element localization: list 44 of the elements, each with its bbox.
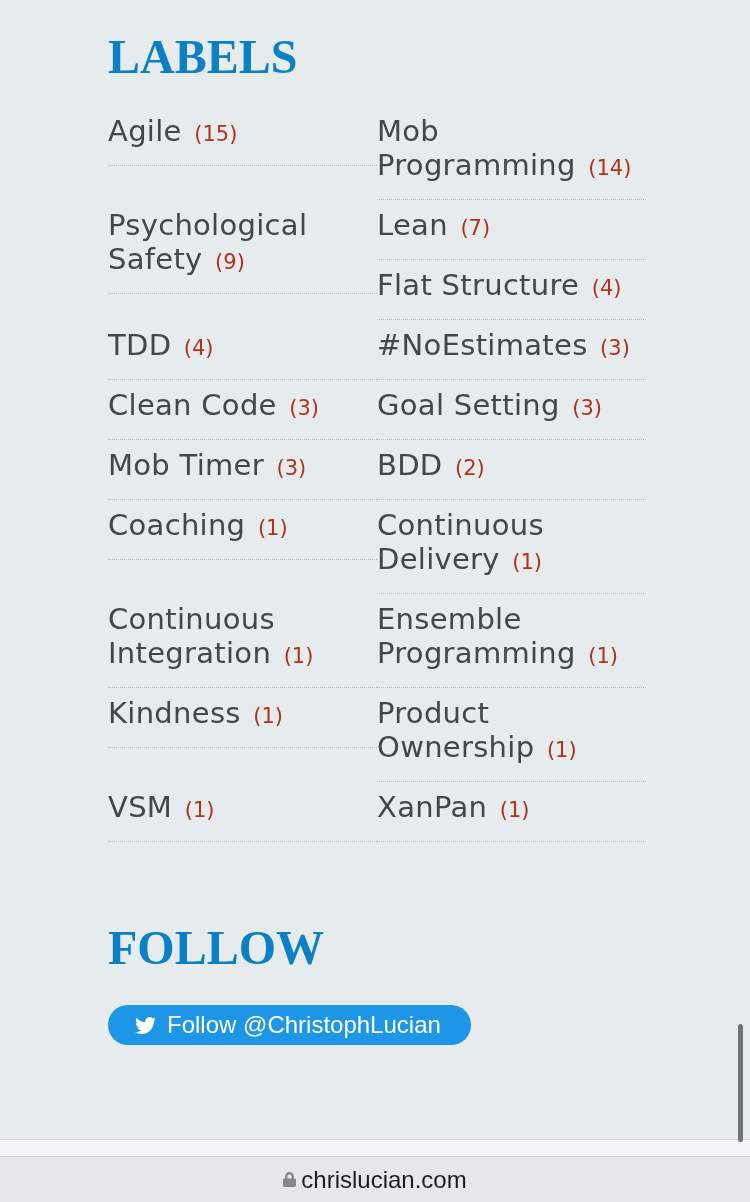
label-link[interactable]: Mob Programming (14) [377, 114, 646, 182]
label-link[interactable]: Agile (15) [108, 114, 238, 148]
post-count: (3) [289, 396, 320, 420]
post-count: (14) [588, 156, 632, 180]
post-count: (4) [183, 336, 214, 360]
post-count: (1) [512, 550, 543, 574]
label-link[interactable]: XanPan (1) [377, 790, 530, 824]
post-count: (1) [184, 798, 215, 822]
post-count: (1) [546, 738, 577, 762]
label-link[interactable]: Goal Setting (3) [377, 388, 602, 422]
label-link[interactable]: BDD (2) [377, 448, 485, 482]
section-heading: LABELS [108, 33, 298, 81]
post-count: (1) [588, 644, 619, 668]
label-link[interactable]: Coaching (1) [108, 508, 288, 542]
post-count: (3) [276, 456, 307, 480]
section-heading: FOLLOW [108, 924, 325, 972]
post-count: (3) [572, 396, 602, 420]
label-link[interactable]: TDD (4) [108, 328, 214, 362]
bird-icon [133, 1014, 158, 1036]
label-link[interactable]: Mob Timer (3) [108, 448, 307, 482]
label-link[interactable]: Kindness (1) [108, 696, 283, 730]
post-count: (3) [600, 336, 630, 360]
post-count: (1) [499, 798, 530, 822]
post-count: (1) [283, 644, 314, 668]
lock-icon [283, 1171, 297, 1188]
scrollbar-thumb[interactable] [738, 1024, 743, 1142]
label-link[interactable]: Flat Structure (4) [377, 268, 622, 302]
post-count: (9) [215, 250, 245, 274]
label-link[interactable]: VSM (1) [108, 790, 215, 824]
label-link[interactable]: #NoEstimates (3) [377, 328, 630, 362]
post-count: (4) [591, 276, 622, 300]
post-count: (1) [257, 516, 288, 540]
label-link[interactable]: Product Ownership (1) [377, 696, 646, 764]
label-link[interactable]: Continuous Integration (1) [108, 602, 377, 670]
label-link[interactable]: Continuous Delivery (1) [377, 508, 646, 576]
post-count: (7) [460, 216, 491, 240]
post-count: (15) [194, 122, 238, 146]
url-text: chrislucian.com [301, 1167, 467, 1192]
post-count: (2) [455, 456, 485, 480]
label-link[interactable]: Lean (7) [377, 208, 491, 242]
post-count: (1) [253, 704, 283, 728]
label-link[interactable]: Psychological Safety (9) [108, 208, 377, 276]
label-link[interactable]: Ensemble Programming (1) [377, 602, 646, 670]
label-link[interactable]: Clean Code (3) [108, 388, 320, 422]
